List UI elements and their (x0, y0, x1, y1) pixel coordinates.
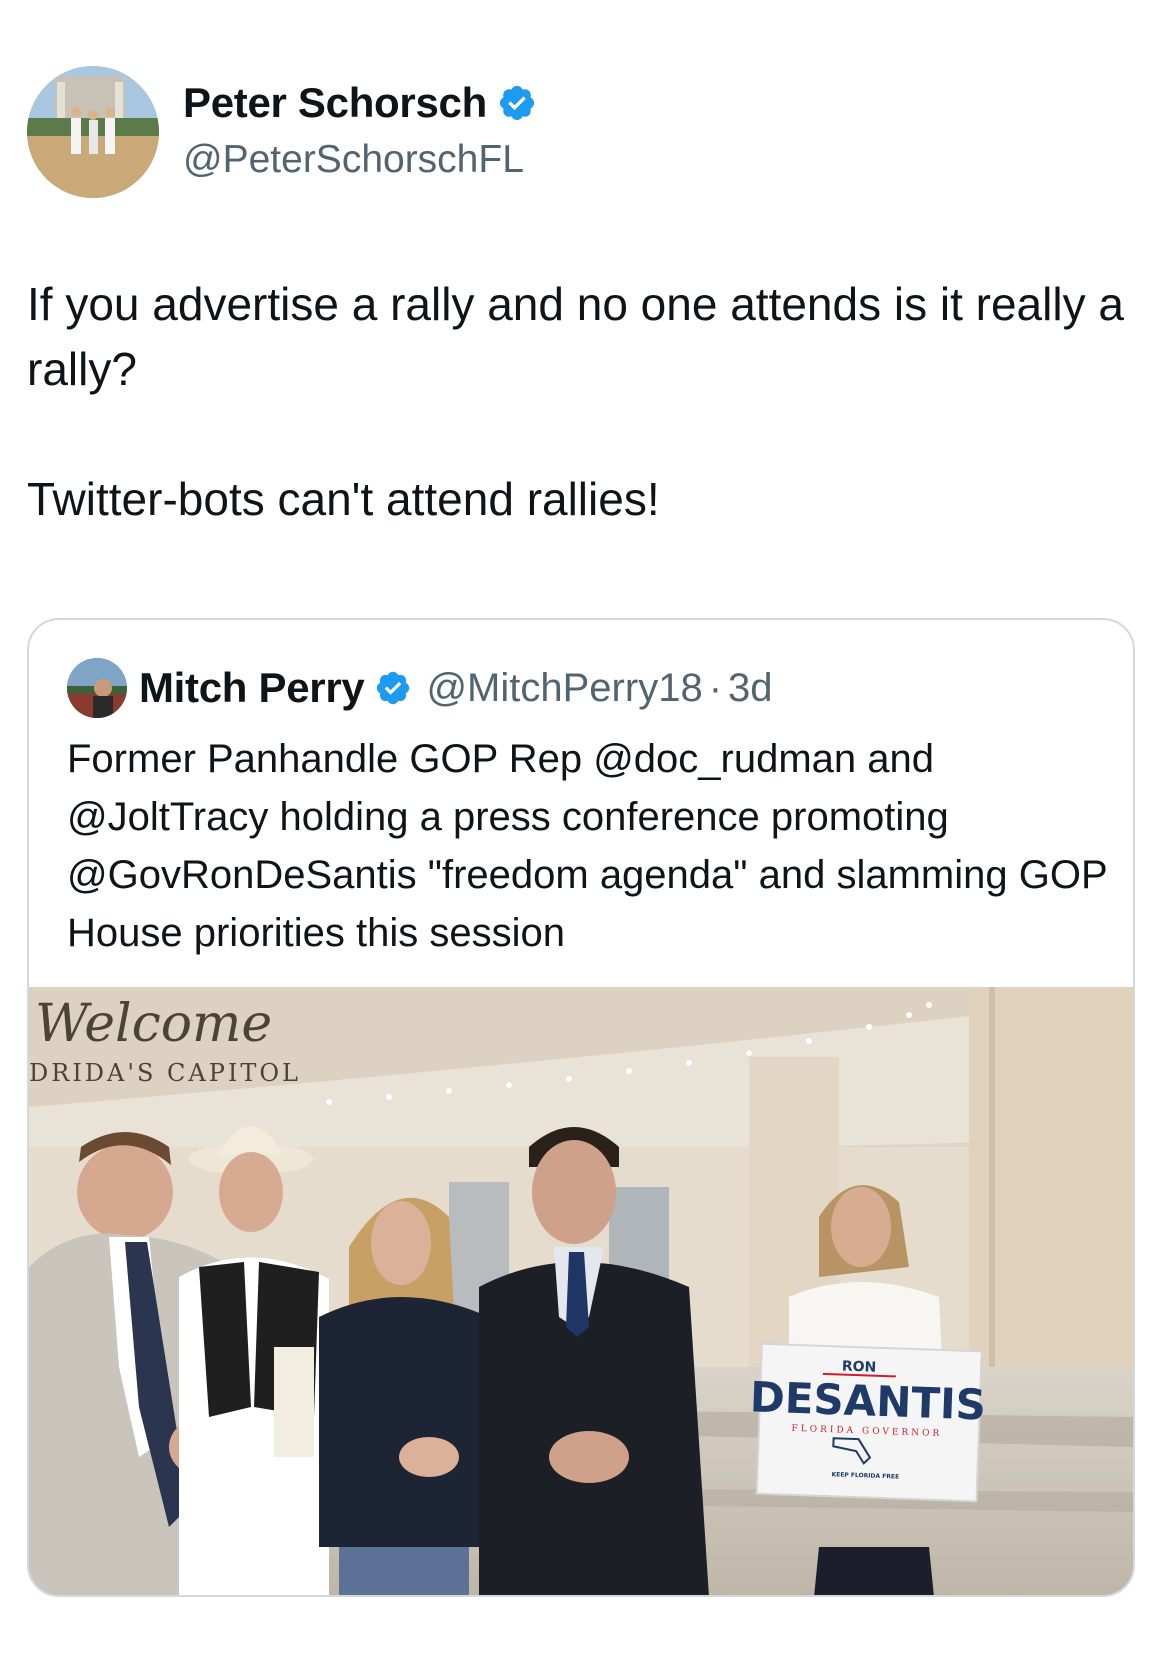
author-name[interactable]: Peter Schorsch (183, 79, 487, 127)
author-name-line: Peter Schorsch (183, 79, 537, 127)
verified-badge-icon (377, 671, 410, 705)
desantis-campaign-sign: RON DESANTIS FLORIDA GOVERNOR KEEP FLORI… (749, 1342, 987, 1503)
quoted-author-name: Mitch Perry (139, 664, 365, 711)
separator-dot: · (708, 665, 723, 710)
sign-desantis-text: DESANTIS (749, 1372, 987, 1429)
verified-badge-icon (499, 85, 535, 121)
tweet-paragraph: If you advertise a rally and no one atte… (27, 278, 1124, 395)
author-avatar[interactable] (27, 66, 159, 198)
quoted-tweet-card[interactable]: Mitch Perry @MitchPerry18 · 3d Former Pa… (27, 618, 1135, 1597)
tweet-author-header: Peter Schorsch @PeterSchorschFL (27, 66, 1127, 198)
wall-welcome-script: Welcome (35, 994, 272, 1054)
quoted-tweet-header: Mitch Perry @MitchPerry18 · 3d (67, 658, 773, 718)
quoted-tweet-text: Former Panhandle GOP Rep @doc_rudman and… (67, 737, 1107, 955)
tweet-text: If you advertise a rally and no one atte… (27, 272, 1137, 532)
quoted-author-handle: @MitchPerry18 (426, 665, 703, 710)
sign-ron-text: RON (842, 1359, 877, 1376)
quoted-tweet-time: 3d (728, 665, 773, 710)
quoted-tweet-photo[interactable]: Welcome DRIDA'S CAPITOL RON DESANTIS FLO… (29, 987, 1133, 1595)
quoted-author-avatar (67, 658, 127, 718)
author-handle[interactable]: @PeterSchorschFL (183, 138, 524, 182)
tweet-paragraph: Twitter-bots can't attend rallies! (27, 473, 660, 525)
wall-capitol-caption: DRIDA'S CAPITOL (29, 1059, 301, 1087)
